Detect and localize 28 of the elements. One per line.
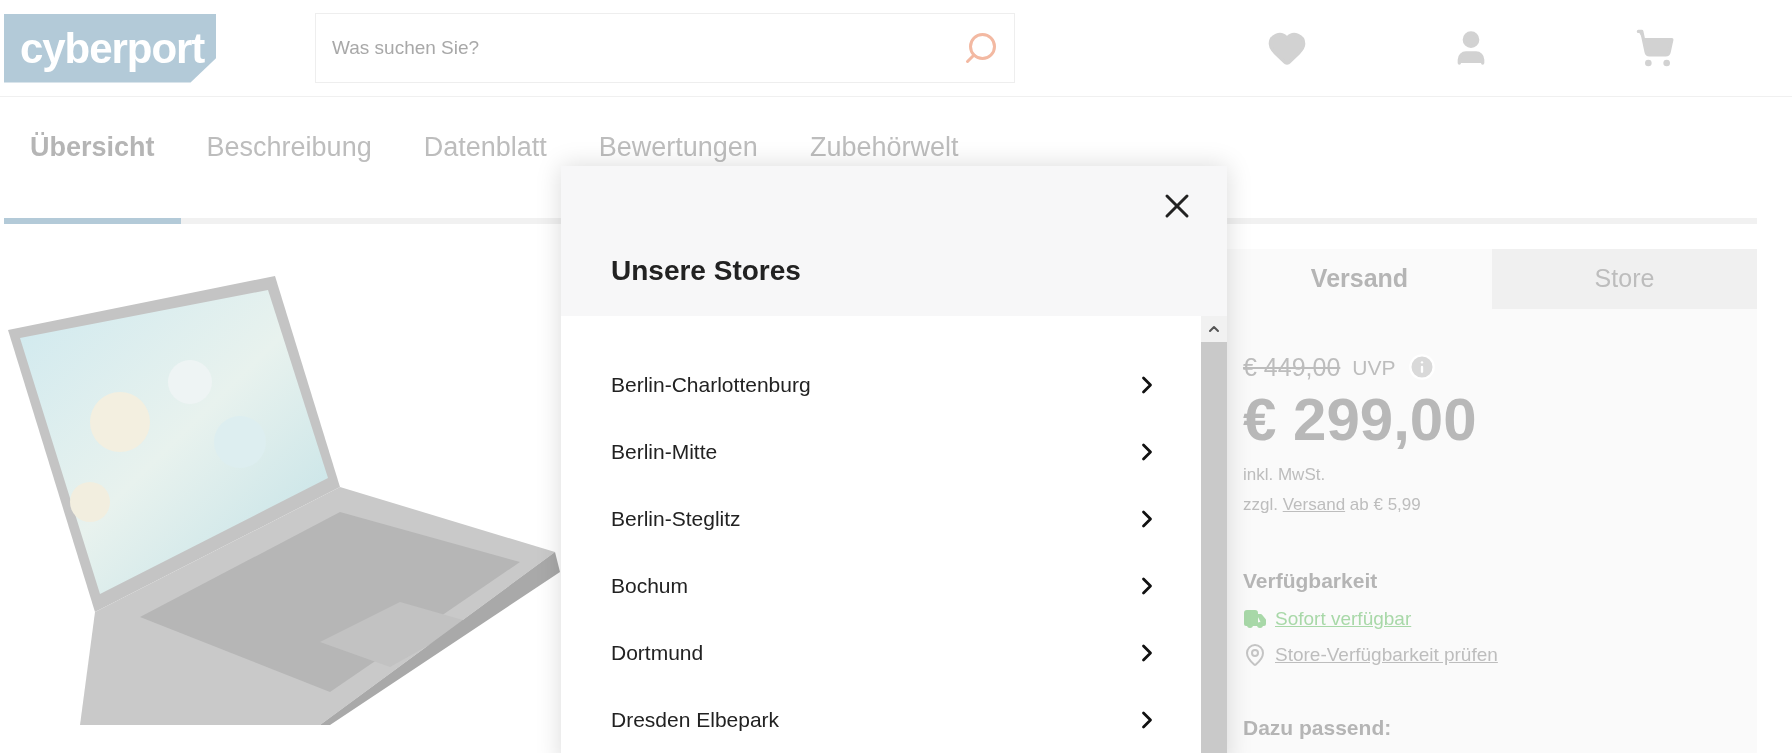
dialog-title: Unsere Stores bbox=[611, 254, 802, 288]
availability-link[interactable]: Sofort verfügbar bbox=[1275, 604, 1412, 633]
search-field[interactable]: Was suchen Sie? bbox=[315, 13, 1015, 83]
store-item[interactable]: Berlin-Steglitz bbox=[611, 485, 1161, 552]
map-pin-icon bbox=[1243, 643, 1267, 668]
price: € 299,00 bbox=[1243, 390, 1478, 450]
tab[interactable]: Übersicht bbox=[4, 119, 181, 224]
logo[interactable]: cyberport bbox=[4, 13, 216, 83]
uvp-label: UVP bbox=[1352, 354, 1396, 381]
old-price: € 449,00 bbox=[1243, 351, 1341, 383]
search-icon[interactable] bbox=[963, 30, 999, 66]
related-heading: Dazu passend: bbox=[1243, 714, 1393, 741]
tab[interactable]: Bewertungen bbox=[572, 119, 784, 224]
store-check-link[interactable]: Store-Verfügbarkeit prüfen bbox=[1275, 641, 1498, 670]
scrollbar[interactable] bbox=[1201, 316, 1227, 753]
shipping-note: zzgl. Versand ab € 5,99 bbox=[1243, 493, 1422, 516]
tab[interactable]: Beschreibung bbox=[180, 119, 398, 224]
shipping-link[interactable]: Versand bbox=[1282, 494, 1346, 514]
cart-icon[interactable] bbox=[1635, 28, 1675, 68]
store-item[interactable]: Berlin-Mitte bbox=[611, 418, 1161, 485]
store-item[interactable]: Dortmund bbox=[611, 619, 1161, 686]
store-item[interactable]: Berlin-Charlottenburg bbox=[611, 351, 1161, 418]
store-item[interactable]: Bochum bbox=[611, 552, 1161, 619]
tab[interactable]: Datenblatt bbox=[397, 119, 573, 224]
tab[interactable]: Zubehörwelt bbox=[783, 119, 985, 224]
store-item[interactable]: Dresden Elbepark bbox=[611, 686, 1161, 753]
tax-note: inkl. MwSt. bbox=[1243, 464, 1327, 486]
availability-heading: Verfügbarkeit bbox=[1243, 568, 1379, 594]
